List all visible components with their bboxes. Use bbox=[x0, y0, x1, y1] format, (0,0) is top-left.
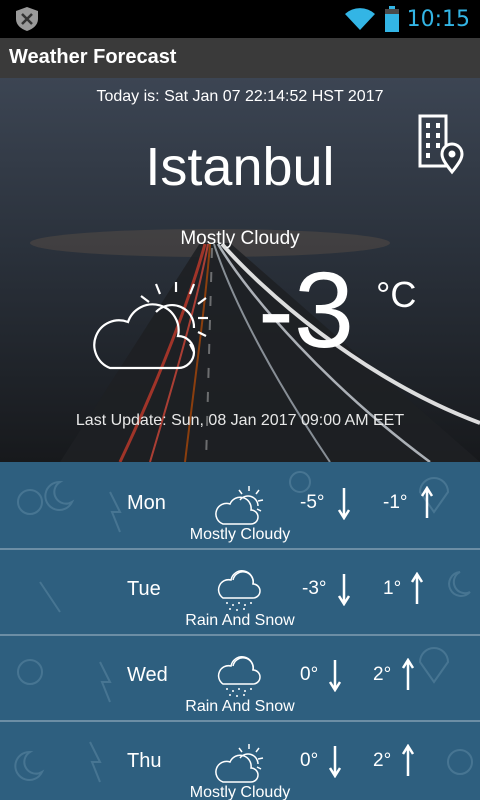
temperature-unit: °C bbox=[376, 274, 417, 315]
forecast-condition: Rain And Snow bbox=[185, 698, 295, 715]
status-clock: 10:15 bbox=[406, 6, 470, 32]
forecast-high: 2° bbox=[373, 750, 392, 771]
city-name: Istanbul bbox=[145, 137, 335, 197]
forecast-row-thu: Thu 0° 2° Mostly Cloudy bbox=[0, 720, 480, 800]
current-condition: Mostly Cloudy bbox=[180, 228, 300, 249]
forecast-day: Thu bbox=[127, 750, 162, 772]
forecast-list: Mon -5° -1° Mostly Cloudy Tue -3° 1° Rai… bbox=[0, 462, 480, 800]
last-update: Last Update: Sun, 08 Jan 2017 09:00 AM E… bbox=[75, 412, 405, 429]
arrow-down-icon bbox=[328, 746, 342, 778]
forecast-day: Mon bbox=[127, 492, 166, 514]
rain-snow-icon bbox=[217, 570, 261, 611]
arrow-down-icon bbox=[337, 488, 351, 520]
forecast-low: 0° bbox=[300, 750, 319, 771]
forecast-day: Tue bbox=[127, 578, 161, 600]
status-bar: 10:15 bbox=[0, 0, 480, 38]
forecast-condition: Mostly Cloudy bbox=[189, 526, 291, 543]
forecast-row-tue: Tue -3° 1° Rain And Snow bbox=[0, 548, 480, 636]
action-bar: Weather Forecast bbox=[0, 38, 480, 78]
forecast-low: -3° bbox=[302, 578, 327, 599]
cloud-sun-icon bbox=[215, 744, 264, 783]
cloud-sun-icon bbox=[215, 486, 264, 525]
forecast-day: Wed bbox=[127, 664, 168, 686]
location-building-icon[interactable] bbox=[416, 114, 468, 178]
arrow-up-icon bbox=[410, 572, 424, 604]
app-title: Weather Forecast bbox=[9, 46, 177, 68]
forecast-high: 1° bbox=[383, 578, 402, 599]
forecast-high: -1° bbox=[383, 492, 408, 513]
forecast-low: 0° bbox=[300, 664, 319, 685]
forecast-condition: Mostly Cloudy bbox=[189, 784, 291, 800]
cloud-sun-icon bbox=[93, 282, 208, 370]
forecast-row-wed: Wed 0° 2° Rain And Snow bbox=[0, 634, 480, 722]
battery-icon bbox=[384, 6, 399, 32]
forecast-low: -5° bbox=[300, 492, 325, 513]
forecast-row-mon: Mon -5° -1° Mostly Cloudy bbox=[0, 462, 480, 550]
current-temperature: -3 bbox=[258, 249, 355, 370]
current-date: Today is: Sat Jan 07 22:14:52 HST 2017 bbox=[96, 88, 384, 105]
forecast-condition: Rain And Snow bbox=[185, 612, 295, 629]
arrow-down-icon bbox=[328, 660, 342, 692]
wifi-icon bbox=[344, 8, 375, 30]
arrow-down-icon bbox=[337, 574, 351, 606]
forecast-high: 2° bbox=[373, 664, 392, 685]
arrow-up-icon bbox=[420, 486, 434, 518]
arrow-up-icon bbox=[401, 744, 415, 776]
current-weather-panel: Today is: Sat Jan 07 22:14:52 HST 2017 I… bbox=[0, 78, 480, 462]
rain-snow-icon bbox=[217, 656, 261, 697]
arrow-up-icon bbox=[401, 658, 415, 690]
shield-icon bbox=[16, 7, 38, 31]
